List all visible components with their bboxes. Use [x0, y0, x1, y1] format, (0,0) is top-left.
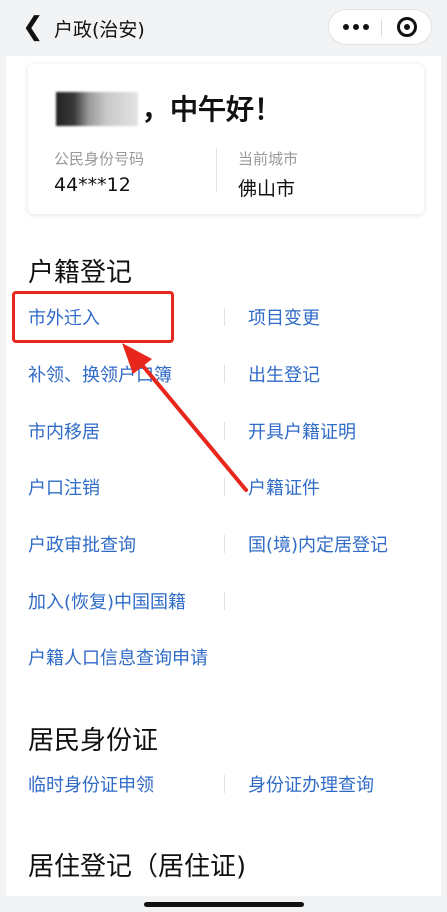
id-number-value: 44***12 [54, 174, 131, 196]
column-divider [224, 422, 225, 440]
service-link[interactable]: 户籍证件 [248, 474, 320, 500]
service-link[interactable]: 临时身份证申领 [28, 771, 154, 797]
service-link[interactable]: 出生登记 [248, 361, 320, 387]
target-close-icon[interactable] [397, 17, 417, 37]
blurred-username [56, 92, 138, 126]
card-divider [216, 148, 217, 192]
service-link[interactable]: 户政审批查询 [28, 531, 136, 557]
service-link[interactable]: 市内移居 [28, 418, 100, 444]
main-page: ，中午好！ 公民身份号码 44***12 当前城市 佛山市 户籍登记 市外迁入 … [6, 56, 441, 896]
column-divider [224, 535, 225, 553]
service-link[interactable]: 补领、换领户口簿 [28, 361, 172, 387]
greeting-text: ，中午好！ [142, 93, 283, 126]
city-value: 佛山市 [238, 178, 296, 200]
user-info-card: ，中午好！ 公民身份号码 44***12 当前城市 佛山市 [28, 64, 424, 214]
column-divider [224, 308, 225, 326]
service-link[interactable]: 项目变更 [248, 304, 320, 330]
section-title-id-card: 居民身份证 [28, 726, 159, 756]
service-link[interactable]: 国(境)内定居登记 [248, 531, 388, 557]
page-title: 户政(治安) [54, 19, 145, 41]
city-label: 当前城市 [238, 150, 299, 168]
column-divider [224, 592, 225, 610]
service-link[interactable]: 开具户籍证明 [248, 418, 356, 444]
service-link[interactable]: 加入(恢复)中国国籍 [28, 588, 186, 614]
top-navigation-bar: ❮ 户政(治安) [0, 0, 447, 56]
column-divider [224, 775, 225, 793]
more-dots-icon[interactable] [343, 24, 369, 32]
highlight-box [12, 291, 174, 343]
capsule-divider [381, 19, 382, 37]
section-title-household: 户籍登记 [28, 258, 133, 288]
mini-program-capsule [328, 9, 432, 45]
home-indicator [144, 902, 304, 907]
column-divider [224, 478, 225, 496]
column-divider [224, 365, 225, 383]
service-link[interactable]: 户籍人口信息查询申请 [28, 644, 208, 670]
service-link[interactable]: 身份证办理查询 [248, 771, 374, 797]
chevron-left-icon[interactable]: ❮ [22, 14, 44, 40]
id-number-label: 公民身份号码 [54, 150, 145, 168]
section-title-residence: 居住登记（居住证) [28, 852, 247, 882]
service-link[interactable]: 户口注销 [28, 474, 100, 500]
